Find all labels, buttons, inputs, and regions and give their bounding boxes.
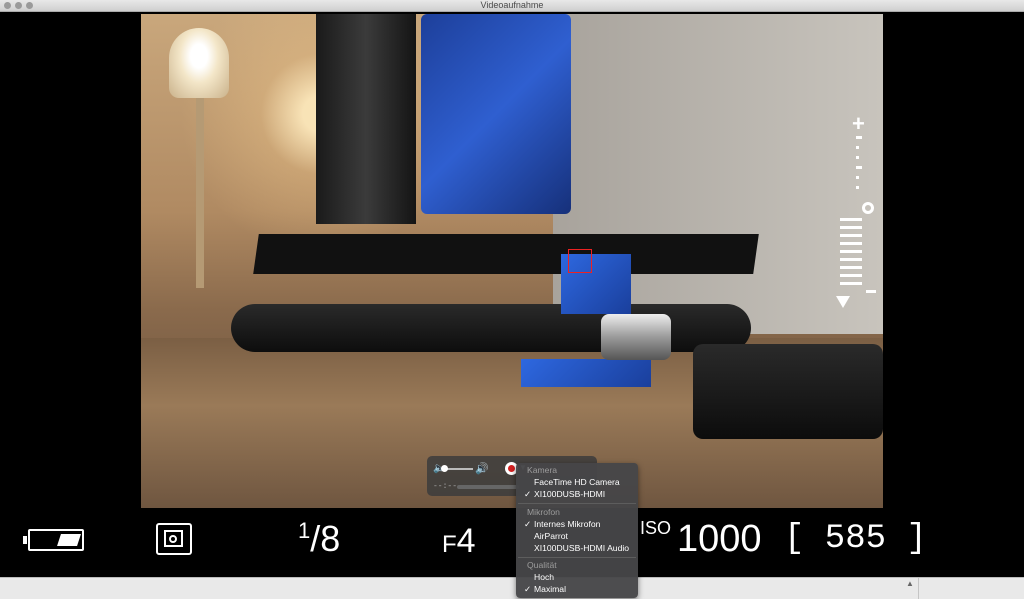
menu-header-kamera: Kamera [527,465,558,475]
battery-icon [23,529,84,551]
rig-rod [231,304,751,352]
menu-item-xi100dusb-hdmi-audio[interactable]: XI100DUSB-HDMI Audio [516,543,638,554]
options-menu: Kamera FaceTime HD Camera ✓ XI100DUSB-HDM… [516,463,638,598]
menu-header-mikrofon: Mikrofon [527,507,560,517]
menu-item-hoch[interactable]: Hoch [516,572,638,583]
file-size-bar [457,485,519,489]
plus-icon: + [852,111,865,136]
focus-point-box [568,249,592,273]
shots-remaining: [ 585 ] [784,520,927,558]
blue-mount [421,14,571,214]
shutter-speed: 1/8 [298,518,341,559]
checkmark-icon: ✓ [524,519,532,529]
black-device [693,344,883,439]
exposure-scale: + [836,111,876,310]
blue-clamp-base [521,359,651,387]
volume-high-icon: 🔊 [475,463,489,475]
lamp [169,28,229,98]
menu-item-airparrot[interactable]: AirParrot [516,531,638,542]
checkmark-icon: ✓ [524,584,532,594]
iso-value: ISO 1000 [640,518,762,560]
checkmark-icon: ✓ [524,489,532,499]
title-bar: Videoaufnahme [0,0,1024,12]
camera-status-row: 1/8 F4 ISO 1000 [ 585 ] [0,512,1024,576]
bottom-window-strip: ▲ [0,577,1024,599]
recording-time: --:-- [433,482,458,491]
window-title: Videoaufnahme [480,0,544,10]
menu-header-qualitaet: Qualität [527,560,557,570]
silver-connector [601,314,671,360]
video-preview-window: + 1/8 F4 ISO 1000 [ 585 ] 🔈 🔊 --:-- [0,12,1024,576]
exposure-indicator-icon [836,296,850,308]
aperture-value: F4 [442,522,476,560]
menu-item-maximal[interactable]: ✓ Maximal [516,584,638,595]
menu-item-facetime-hd-camera[interactable]: FaceTime HD Camera [516,477,638,488]
menu-item-xi100dusb-hdmi[interactable]: ✓ XI100DUSB-HDMI [516,489,638,500]
rig-plate [253,234,759,274]
camera-live-view [141,14,883,508]
stepper-motor [316,14,416,224]
volume-slider-knob[interactable] [441,465,448,472]
minus-icon [866,290,876,293]
scroll-up-icon[interactable]: ▲ [906,579,914,588]
zero-icon [862,202,874,214]
volume-slider[interactable] [445,468,473,470]
menu-item-internes-mikrofon[interactable]: ✓ Internes Mikrofon [516,519,638,530]
metering-mode-icon [156,523,192,555]
